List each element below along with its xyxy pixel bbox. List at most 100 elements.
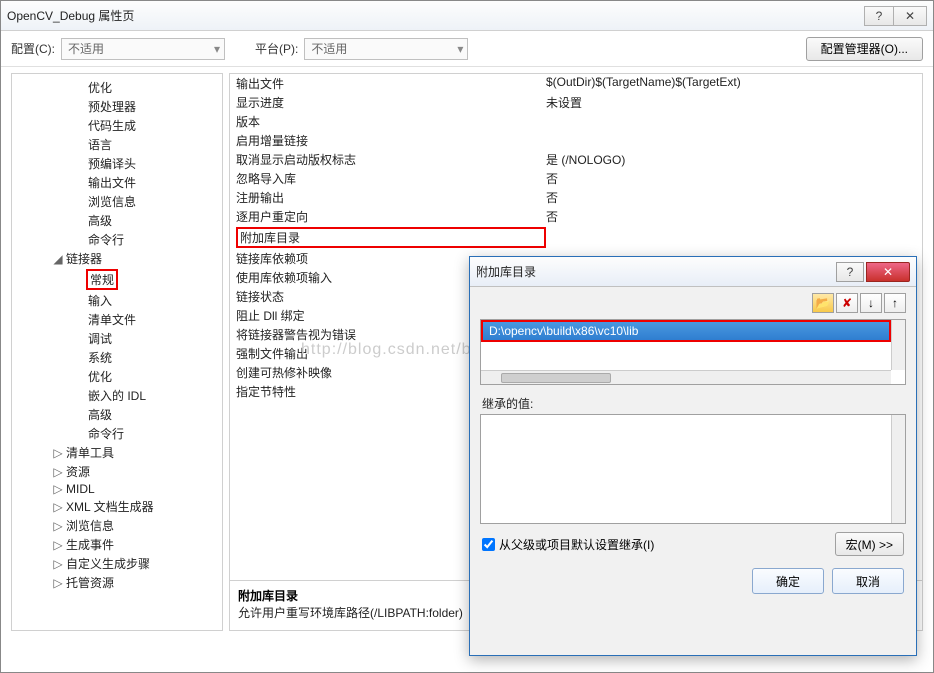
tree-item[interactable]: 浏览信息	[12, 192, 222, 211]
tree-twisty-icon: ▷	[52, 482, 64, 496]
tree-item[interactable]: 预处理器	[12, 97, 222, 116]
property-row[interactable]: 显示进度未设置	[230, 93, 922, 112]
tree-item-label: MIDL	[64, 482, 97, 496]
macros-button[interactable]: 宏(M) >>	[835, 532, 904, 556]
tree-item-label: 链接器	[64, 250, 104, 267]
tree-item[interactable]: 嵌入的 IDL	[12, 386, 222, 405]
close-button[interactable]: ✕	[893, 6, 927, 26]
config-combobox[interactable]: 不适用 ▾	[61, 38, 225, 60]
property-row[interactable]: 逐用户重定向否	[230, 207, 922, 226]
tree-item-label: 清单工具	[64, 444, 116, 461]
tree-item[interactable]: 调试	[12, 329, 222, 348]
property-row[interactable]: 输出文件$(OutDir)$(TargetName)$(TargetExt)	[230, 74, 922, 93]
property-row[interactable]: 启用增量链接	[230, 131, 922, 150]
tree-twisty-icon: ▷	[52, 446, 64, 460]
property-row[interactable]: 版本	[230, 112, 922, 131]
tree-item[interactable]: ◢链接器	[12, 249, 222, 268]
tree-item-label: 清单文件	[86, 311, 138, 328]
platform-combobox[interactable]: 不适用 ▾	[304, 38, 468, 60]
config-manager-button[interactable]: 配置管理器(O)...	[806, 37, 923, 61]
tree-item-label: 优化	[86, 79, 114, 96]
property-value	[546, 113, 916, 130]
inherit-checkbox-input[interactable]	[482, 538, 495, 551]
tree-twisty-icon: ▷	[52, 557, 64, 571]
tree-item-label: 托管资源	[64, 574, 116, 591]
tree-item[interactable]: ▷托管资源	[12, 573, 222, 592]
scrollbar-horizontal[interactable]	[481, 370, 891, 384]
tree-item-label: 浏览信息	[64, 517, 116, 534]
tree-item-label: 语言	[86, 136, 114, 153]
chevron-down-icon: ▾	[457, 42, 463, 56]
tree-item[interactable]: 输出文件	[12, 173, 222, 192]
tree-item[interactable]: ▷资源	[12, 462, 222, 481]
cancel-button[interactable]: 取消	[832, 568, 904, 594]
property-key: 附加库目录	[236, 227, 546, 248]
config-toolbar: 配置(C): 不适用 ▾ 平台(P): 不适用 ▾ 配置管理器(O)...	[1, 31, 933, 67]
tree-twisty-icon: ▷	[52, 519, 64, 533]
tree-item[interactable]: 系统	[12, 348, 222, 367]
property-value: 否	[546, 208, 916, 225]
property-value: 是 (/NOLOGO)	[546, 151, 916, 168]
tree-item[interactable]: 命令行	[12, 230, 222, 249]
tree-item[interactable]: 预编译头	[12, 154, 222, 173]
tree-item-label: 预编译头	[86, 155, 138, 172]
property-value	[546, 132, 916, 149]
delete-icon[interactable]: ✘	[836, 293, 858, 313]
tree-item[interactable]: ▷XML 文档生成器	[12, 497, 222, 516]
tree-item[interactable]: ▷清单工具	[12, 443, 222, 462]
property-value: 未设置	[546, 94, 916, 111]
tree-item[interactable]: ▷生成事件	[12, 535, 222, 554]
tree-item[interactable]: 命令行	[12, 424, 222, 443]
property-row[interactable]: 取消显示启动版权标志是 (/NOLOGO)	[230, 150, 922, 169]
folder-open-icon[interactable]: 📂	[812, 293, 834, 313]
tree-item[interactable]: 常规	[12, 268, 222, 291]
tree-item-label: 嵌入的 IDL	[86, 387, 148, 404]
dialog-help-button[interactable]: ?	[836, 262, 864, 282]
tree-item[interactable]: 语言	[12, 135, 222, 154]
tree-item[interactable]: 输入	[12, 291, 222, 310]
tree-item-label: 调试	[86, 330, 114, 347]
move-up-icon[interactable]: ↑	[884, 293, 906, 313]
scrollbar-vertical[interactable]	[891, 415, 905, 523]
tree-item[interactable]: ▷自定义生成步骤	[12, 554, 222, 573]
scrollbar-vertical[interactable]	[891, 320, 905, 370]
tree-item-label: 输出文件	[86, 174, 138, 191]
tree-item[interactable]: 高级	[12, 405, 222, 424]
tree-item-label: 高级	[86, 212, 114, 229]
property-key: 输出文件	[236, 75, 546, 92]
additional-lib-dirs-dialog: 附加库目录 ? ✕ 📂 ✘ ↓ ↑ D:\opencv\build\x86\vc…	[469, 256, 917, 656]
tree-item[interactable]: 代码生成	[12, 116, 222, 135]
tree-item[interactable]: 优化	[12, 367, 222, 386]
tree-item-label: 命令行	[86, 425, 126, 442]
tree-item[interactable]: 清单文件	[12, 310, 222, 329]
property-row[interactable]: 注册输出否	[230, 188, 922, 207]
tree-item-label: 生成事件	[64, 536, 116, 553]
dialog-close-button[interactable]: ✕	[866, 262, 910, 282]
tree-item-label: 代码生成	[86, 117, 138, 134]
ok-button[interactable]: 确定	[752, 568, 824, 594]
tree-item[interactable]: 高级	[12, 211, 222, 230]
property-key: 取消显示启动版权标志	[236, 151, 546, 168]
tree-item-label: 命令行	[86, 231, 126, 248]
dialog-titlebar: 附加库目录 ? ✕	[470, 257, 916, 287]
property-value	[546, 227, 916, 248]
chevron-down-icon: ▾	[214, 42, 220, 56]
tree-item[interactable]: ▷浏览信息	[12, 516, 222, 535]
property-key: 逐用户重定向	[236, 208, 546, 225]
property-key: 注册输出	[236, 189, 546, 206]
tree-twisty-icon: ▷	[52, 538, 64, 552]
tree-item[interactable]: 优化	[12, 78, 222, 97]
platform-label: 平台(P):	[255, 40, 298, 57]
inherit-checkbox[interactable]: 从父级或项目默认设置继承(I)	[482, 536, 827, 553]
nav-tree[interactable]: 优化预处理器代码生成语言预编译头输出文件浏览信息高级命令行◢链接器常规输入清单文…	[11, 73, 223, 631]
tree-item[interactable]: ▷MIDL	[12, 481, 222, 497]
help-button[interactable]: ?	[864, 6, 894, 26]
path-list-item[interactable]: D:\opencv\build\x86\vc10\lib	[483, 322, 889, 340]
path-list[interactable]: D:\opencv\build\x86\vc10\lib	[480, 319, 906, 385]
property-row[interactable]: 附加库目录	[230, 226, 922, 249]
tree-twisty-icon: ▷	[52, 465, 64, 479]
property-key: 版本	[236, 113, 546, 130]
main-titlebar: OpenCV_Debug 属性页 ? ✕	[1, 1, 933, 31]
property-row[interactable]: 忽略导入库否	[230, 169, 922, 188]
move-down-icon[interactable]: ↓	[860, 293, 882, 313]
